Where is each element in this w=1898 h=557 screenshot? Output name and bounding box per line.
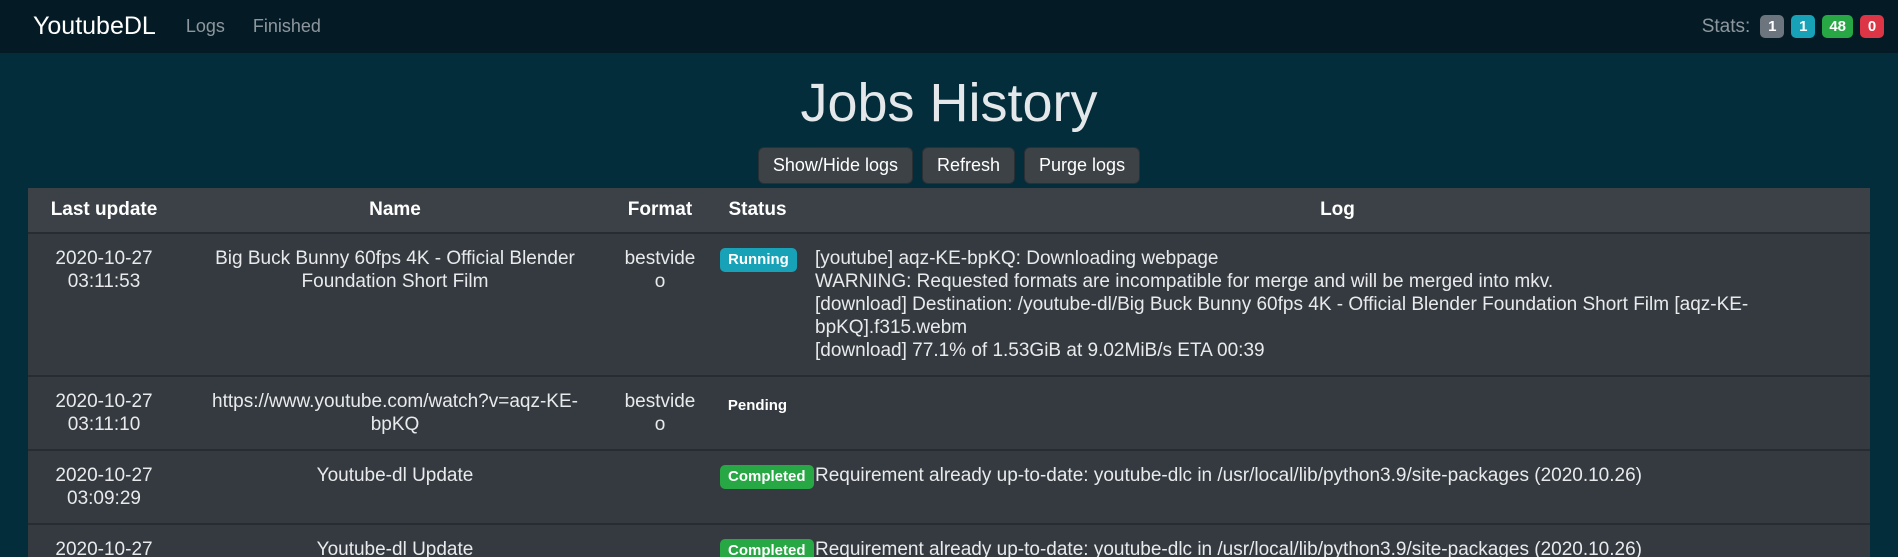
- column-header-last-update: Last update: [28, 187, 180, 233]
- toolbar: Show/Hide logs Refresh Purge logs: [0, 146, 1898, 184]
- status-badge: Pending: [727, 396, 788, 414]
- brand-link[interactable]: YoutubeDL: [33, 12, 156, 41]
- column-header-status: Status: [710, 187, 805, 233]
- jobs-table: Last update Name Format Status Log 2020-…: [28, 187, 1870, 557]
- stats-label: Stats:: [1701, 15, 1751, 37]
- column-header-format: Format: [610, 187, 710, 233]
- column-header-log: Log: [805, 187, 1870, 233]
- job-date: 2020-10-27: [55, 538, 153, 557]
- table-row: 2020-10-27 03:09:29 Youtube-dl Update Compl…: [28, 448, 1870, 524]
- log-line: Requirement already up-to-date: youtube-…: [815, 464, 1642, 486]
- cell-name: https://www.youtube.com/watch?v=aqz-KE-b…: [180, 374, 610, 450]
- jobs-table-container: Last update Name Format Status Log 2020-…: [28, 187, 1870, 557]
- cell-status: Completed: [710, 522, 814, 557]
- table-row: 2020-10-2703:06:45Youtube-dl Update Compl…: [28, 522, 1870, 557]
- cell-name: Big Buck Bunny 60fps 4K - Official Blend…: [180, 231, 610, 376]
- cell-status: Pending: [710, 374, 805, 450]
- job-time: 03:11:10: [67, 413, 141, 435]
- cell-format: [610, 448, 710, 524]
- job-time: 03:09:29: [67, 487, 141, 509]
- cell-format: bestvideo: [610, 231, 710, 376]
- job-date: 2020-10-27: [55, 247, 153, 269]
- table-row: 2020-10-27 03:11:53 Big Buck Bunny 60fps 4…: [28, 231, 1870, 376]
- job-time: 03:11:53: [67, 270, 141, 292]
- log-line: [youtube] aqz-KE-bpKQ: Downloading webpa…: [815, 247, 1219, 269]
- cell-format: bestvideo: [610, 374, 710, 450]
- jobs-table-body: 2020-10-27 03:11:53 Big Buck Bunny 60fps 4…: [28, 231, 1870, 557]
- table-row: 2020-10-27 03:11:10 https://www.youtube.co…: [28, 374, 1870, 450]
- page-title: Jobs History: [800, 73, 1098, 133]
- cell-name: Youtube-dl Update: [180, 522, 610, 557]
- cell-status: Completed: [710, 448, 814, 524]
- stat-badge-queued: 1: [1760, 15, 1785, 38]
- cell-last-update: 2020-10-2703:06:45: [28, 522, 180, 557]
- cell-name: Youtube-dl Update: [180, 448, 610, 524]
- purge-logs-button[interactable]: Purge logs: [1024, 146, 1141, 184]
- cell-log: [youtube] aqz-KE-bpKQ: Downloading webpa…: [805, 231, 1870, 376]
- cell-log: Requirement already up-to-date: youtube-…: [805, 522, 1870, 557]
- log-line: [download] Destination: /youtube-dl/Big …: [815, 293, 1749, 338]
- nav-links: Logs Finished: [186, 16, 321, 37]
- cell-last-update: 2020-10-27 03:09:29: [28, 448, 180, 524]
- header-row: Last update Name Format Status Log: [28, 187, 1870, 233]
- cell-log: [805, 374, 1870, 450]
- job-date: 2020-10-27: [55, 464, 153, 486]
- stats: Stats: 1 1 48 0: [1702, 15, 1884, 38]
- stat-badge-running: 1: [1791, 15, 1816, 38]
- cell-log: Requirement already up-to-date: youtube-…: [805, 448, 1870, 524]
- cell-last-update: 2020-10-27 03:11:53: [28, 231, 180, 376]
- cell-format: [610, 522, 710, 557]
- status-badge: Completed: [720, 538, 814, 557]
- navbar: YoutubeDL Logs Finished Stats: 1 1 48 0: [0, 0, 1898, 53]
- cell-last-update: 2020-10-27 03:11:10: [28, 374, 180, 450]
- jobs-table-head: Last update Name Format Status Log: [28, 187, 1870, 233]
- stat-badge-failed: 0: [1860, 15, 1884, 38]
- nav-link-logs[interactable]: Logs: [186, 16, 225, 37]
- show-hide-logs-button[interactable]: Show/Hide logs: [757, 146, 913, 184]
- status-badge: Running: [720, 247, 797, 272]
- log-line: [download] 77.1% of 1.53GiB at 9.02MiB/s…: [815, 339, 1265, 361]
- job-date: 2020-10-27: [55, 390, 153, 412]
- log-line: WARNING: Requested formats are incompati…: [815, 270, 1554, 292]
- status-badge: Completed: [720, 464, 814, 489]
- stat-badge-completed: 48: [1822, 15, 1853, 38]
- nav-link-finished[interactable]: Finished: [253, 16, 321, 37]
- column-header-name: Name: [180, 187, 610, 233]
- refresh-button[interactable]: Refresh: [921, 146, 1016, 184]
- cell-status: Running: [710, 231, 805, 376]
- log-line: Requirement already up-to-date: youtube-…: [815, 538, 1642, 557]
